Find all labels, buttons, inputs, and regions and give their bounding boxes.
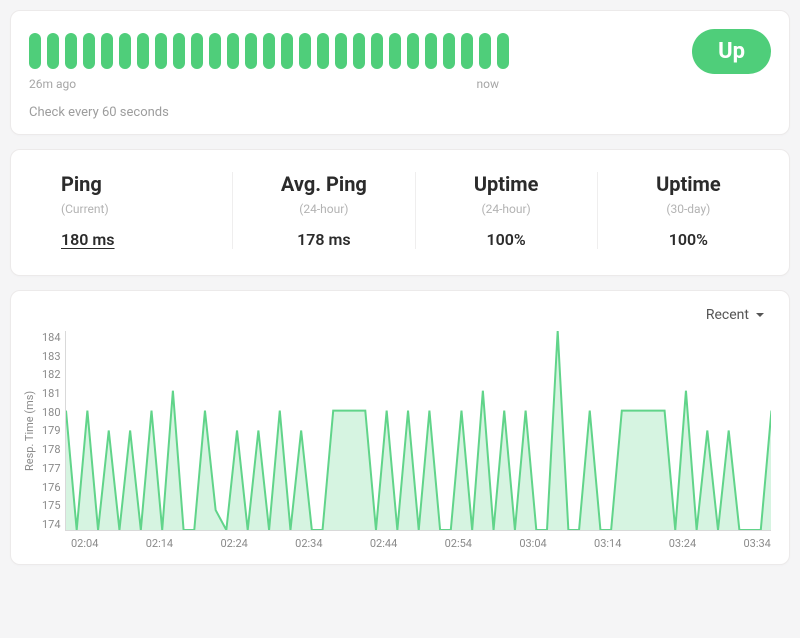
y-tick: 182 (42, 368, 61, 381)
y-axis-label: Resp. Time (ms) (21, 331, 38, 531)
y-tick: 179 (42, 424, 61, 437)
pulse-bar (443, 33, 455, 69)
x-tick: 03:14 (594, 537, 621, 550)
time-end-label: now (477, 77, 500, 91)
response-time-line-chart (66, 331, 771, 530)
metric: Uptime (24-hour) 100% (416, 172, 598, 249)
metric: Uptime (30-day) 100% (598, 172, 779, 249)
x-tick: 03:04 (519, 537, 546, 550)
pulse-bar (299, 33, 311, 69)
pulse-bar (137, 33, 149, 69)
metric: Avg. Ping (24-hour) 178 ms (233, 172, 415, 249)
pulse-bar (353, 33, 365, 69)
x-tick: 02:34 (295, 537, 322, 550)
chart-range-dropdown[interactable]: Recent (706, 307, 765, 323)
pulse-bar (173, 33, 185, 69)
metric-subtitle: (30-day) (608, 202, 769, 216)
metrics-card: Ping (Current) 180 ms Avg. Ping (24-hour) 178… (10, 149, 790, 276)
check-interval-note: Check every 60 seconds (29, 105, 771, 120)
status-pill-label: Up (718, 39, 745, 64)
status-card: 26m ago now Up Check every 60 seconds (10, 10, 790, 135)
pulse-bar (425, 33, 437, 69)
y-axis-ticks: 184 183 182 181 180 179 178 177 176 175 174 (38, 331, 65, 531)
y-tick: 178 (42, 443, 61, 456)
chart-card: Recent Resp. Time (ms) 184 183 182 181 180 17… (10, 290, 790, 565)
metric-title: Uptime (426, 172, 587, 196)
metric-value[interactable]: 180 ms (61, 230, 222, 249)
pulse-bar (389, 33, 401, 69)
pulse-bar (209, 33, 221, 69)
x-tick: 02:24 (220, 537, 247, 550)
chart-range-dropdown-label: Recent (706, 307, 749, 323)
pulse-bar (335, 33, 347, 69)
chart-toolbar: Recent (17, 307, 783, 331)
metric: Ping (Current) 180 ms (21, 172, 233, 249)
metric-title: Ping (61, 172, 222, 196)
pulse-bar (317, 33, 329, 69)
x-tick: 02:54 (445, 537, 472, 550)
y-tick: 177 (42, 462, 61, 475)
pulse-bar (119, 33, 131, 69)
pulse-bars (29, 29, 652, 69)
x-tick: 02:14 (146, 537, 173, 550)
pulse-bar (479, 33, 491, 69)
y-tick: 174 (42, 518, 61, 531)
pulse-wrap: 26m ago now (29, 29, 652, 91)
pulse-bar (371, 33, 383, 69)
y-tick: 175 (42, 499, 61, 512)
x-tick: 03:24 (669, 537, 696, 550)
pulse-time-range: 26m ago now (29, 77, 499, 91)
x-tick: 02:04 (71, 537, 98, 550)
plot-area[interactable] (65, 331, 771, 531)
pulse-bar (263, 33, 275, 69)
x-tick: 03:34 (743, 537, 770, 550)
y-tick: 183 (42, 350, 61, 363)
y-tick: 180 (42, 406, 61, 419)
metric-subtitle: (24-hour) (426, 202, 587, 216)
status-body: 26m ago now Up (29, 29, 771, 91)
metric-subtitle: (Current) (61, 202, 222, 216)
chart-area: Resp. Time (ms) 184 183 182 181 180 179 178 177… (17, 331, 783, 531)
y-tick: 184 (42, 331, 61, 344)
pulse-bar (65, 33, 77, 69)
metric-title: Avg. Ping (243, 172, 404, 196)
x-axis-ticks: 02:04 02:14 02:24 02:34 02:44 02:54 03:04 03:14… (17, 531, 783, 558)
y-tick: 181 (42, 387, 61, 400)
pulse-bar (101, 33, 113, 69)
metric-title: Uptime (608, 172, 769, 196)
pulse-bar (227, 33, 239, 69)
metric-subtitle: (24-hour) (243, 202, 404, 216)
pulse-bar (47, 33, 59, 69)
pulse-bar (83, 33, 95, 69)
pulse-bar (461, 33, 473, 69)
metrics-row: Ping (Current) 180 ms Avg. Ping (24-hour) 178… (21, 172, 779, 249)
pulse-bar (191, 33, 203, 69)
metric-value: 178 ms (243, 230, 404, 249)
pulse-bar (155, 33, 167, 69)
x-tick: 02:44 (370, 537, 397, 550)
pulse-bar (281, 33, 293, 69)
pulse-bar (245, 33, 257, 69)
pulse-bar (407, 33, 419, 69)
chevron-down-icon (755, 310, 765, 320)
metric-value: 100% (608, 230, 769, 249)
pulse-bar (29, 33, 41, 69)
metric-value: 100% (426, 230, 587, 249)
pulse-bar (497, 33, 509, 69)
y-tick: 176 (42, 481, 61, 494)
time-start-label: 26m ago (29, 77, 76, 91)
status-pill: Up (692, 29, 771, 74)
